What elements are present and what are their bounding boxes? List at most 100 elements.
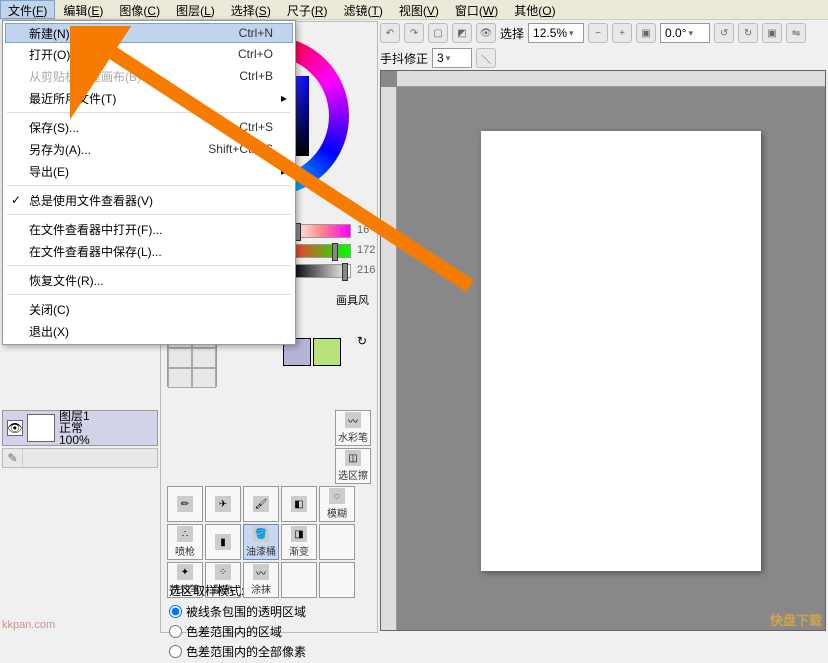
menubar: 文件(F) 编辑(E) 图像(C) 图层(L) 选择(S) 尺子(R) 滤镜(T…: [0, 0, 828, 20]
menu-item-shortcut: Ctrl+N: [239, 26, 273, 40]
canvas-document[interactable]: [481, 131, 761, 571]
menu-file[interactable]: 文件(F): [0, 0, 55, 19]
menu-item-export[interactable]: 导出(E) ▸: [5, 160, 293, 182]
menu-item-close[interactable]: 关闭(C): [5, 298, 293, 320]
panel-tab-label[interactable]: 画具风: [336, 292, 369, 308]
menu-item-save-as[interactable]: 另存为(A)... Shift+Ctrl+S: [5, 138, 293, 160]
ruler-vertical: [381, 87, 397, 630]
tool-brush[interactable]: 🖌: [243, 486, 279, 522]
zoom-in-button[interactable]: +: [612, 23, 632, 43]
slider-r[interactable]: [291, 224, 351, 238]
menu-item-open[interactable]: 打开(O)... Ctrl+O: [5, 43, 293, 65]
menu-image[interactable]: 图像(C): [111, 0, 168, 19]
stabilizer-toolbar: 手抖修正 3▾ ＼: [380, 46, 826, 70]
ruler-horizontal: [397, 71, 825, 87]
menu-select[interactable]: 选择(S): [223, 0, 279, 19]
menu-layer[interactable]: 图层(L): [168, 0, 223, 19]
layer-buttons: ✎: [2, 448, 158, 468]
tool-bucket[interactable]: 🪣油漆桶: [243, 524, 279, 560]
check-icon: ✓: [11, 193, 21, 207]
zoom-field[interactable]: 12.5%▾: [528, 23, 584, 43]
selection-mode-group: 选区取样模式: 被线条包围的透明区域 色差范围内的区域 色差范围内的全部像素: [169, 582, 373, 663]
layer-thumbnail: [27, 414, 55, 442]
show-selection-button[interactable]: 👁: [476, 23, 496, 43]
menu-item-save[interactable]: 保存(S)... Ctrl+S: [5, 116, 293, 138]
menu-ruler[interactable]: 尺子(R): [279, 0, 336, 19]
tool-rotate[interactable]: [192, 348, 216, 368]
invert-button[interactable]: ◩: [452, 23, 472, 43]
tool-hand[interactable]: [168, 368, 192, 388]
undo-button[interactable]: ↶: [380, 23, 400, 43]
menu-item-revert[interactable]: 恢复文件(R)...: [5, 269, 293, 291]
top-toolbar: ↶ ↷ ▢ ◩ 👁 选择 12.5%▾ − + ▣ 0.0°▾ ↺ ↻ ▣ ⇋: [380, 21, 826, 45]
slider-value: 16: [357, 224, 369, 236]
radio-all-pixels[interactable]: 色差范围内的全部像素: [169, 643, 373, 660]
chevron-right-icon: ▸: [281, 91, 287, 105]
separator: [7, 214, 291, 215]
chevron-right-icon: ▸: [281, 164, 287, 178]
file-menu-dropdown: 新建(N)... Ctrl+N 打开(O)... Ctrl+O 从剪贴板创建画布…: [2, 20, 296, 345]
menu-item-exit[interactable]: 退出(X): [5, 320, 293, 342]
zoom-fit-button[interactable]: ▣: [636, 23, 656, 43]
stabilizer-label: 手抖修正: [380, 50, 428, 67]
tool-eyedrop[interactable]: [192, 368, 216, 388]
stabilizer-option-button[interactable]: ＼: [476, 48, 496, 68]
slider-b[interactable]: [291, 264, 351, 278]
menu-item-always-viewer[interactable]: ✓ 总是使用文件查看器(V): [5, 189, 293, 211]
slider-value: 216: [357, 264, 375, 276]
separator: [7, 185, 291, 186]
menu-item-save-in-viewer[interactable]: 在文件查看器中保存(L)...: [5, 240, 293, 262]
menu-item-label: 新建(N)...: [29, 25, 239, 42]
deselect-button[interactable]: ▢: [428, 23, 448, 43]
rotate-ccw-button[interactable]: ↺: [714, 23, 734, 43]
tool-airbrush[interactable]: ✈: [205, 486, 241, 522]
refresh-icon[interactable]: ↻: [357, 334, 367, 348]
menu-window[interactable]: 窗口(W): [447, 0, 506, 19]
canvas-area[interactable]: [380, 70, 826, 631]
layer-row[interactable]: 👁 图层1 正常 100%: [2, 410, 158, 446]
rotate-cw-button[interactable]: ↻: [738, 23, 758, 43]
separator: [7, 265, 291, 266]
brush-tool-grid: 〰水彩笔 ◫选区擦 ✏ ✈ 🖌 ◧ ◌模糊 ∴喷枪 ▮ 🪣油漆桶 ◨渐变 ✦特效…: [167, 410, 371, 600]
radio-color-range[interactable]: 色差范围内的区域: [169, 623, 373, 640]
slider-g[interactable]: [291, 244, 351, 258]
selection-mode-title: 选区取样模式:: [169, 582, 373, 599]
chevron-down-icon: ▾: [689, 28, 694, 39]
tool-blur[interactable]: ◌模糊: [319, 486, 355, 522]
tool-watercolor[interactable]: 〰水彩笔: [335, 410, 371, 446]
menu-view[interactable]: 视图(V): [391, 0, 447, 19]
separator: [7, 294, 291, 295]
menu-item-open-in-viewer[interactable]: 在文件查看器中打开(F)...: [5, 218, 293, 240]
stabilizer-field[interactable]: 3▾: [432, 48, 472, 68]
tool-zoom[interactable]: [168, 348, 192, 368]
swatch[interactable]: [313, 338, 341, 366]
layer-info: 图层1 正常 100%: [59, 410, 90, 446]
zoom-out-button[interactable]: −: [588, 23, 608, 43]
slider-value: 172: [357, 244, 375, 256]
tool-marker[interactable]: ▮: [205, 524, 241, 560]
menu-item-new[interactable]: 新建(N)... Ctrl+N: [5, 23, 293, 43]
select-label: 选择: [500, 25, 524, 42]
menu-item-from-clipboard[interactable]: 从剪贴板创建画布(B) Ctrl+B: [5, 65, 293, 87]
tool-empty: [319, 524, 355, 560]
separator: [7, 112, 291, 113]
tool-select-erase[interactable]: ◫选区擦: [335, 448, 371, 484]
menu-filter[interactable]: 滤镜(T): [336, 0, 391, 19]
chevron-down-icon: ▾: [569, 28, 574, 39]
tool-eraser[interactable]: ◧: [281, 486, 317, 522]
menu-other[interactable]: 其他(O): [506, 0, 563, 19]
pen-icon[interactable]: ✎: [3, 449, 23, 467]
watermark-right: 快盘下载: [770, 610, 822, 629]
tool-pencil[interactable]: ✏: [167, 486, 203, 522]
tool-spray[interactable]: ∴喷枪: [167, 524, 203, 560]
watermark-left: kkpan.com: [2, 619, 55, 631]
eye-icon[interactable]: 👁: [7, 420, 23, 436]
reset-rotation-button[interactable]: ▣: [762, 23, 782, 43]
tool-gradient[interactable]: ◨渐变: [281, 524, 317, 560]
angle-field[interactable]: 0.0°▾: [660, 23, 710, 43]
redo-button[interactable]: ↷: [404, 23, 424, 43]
menu-edit[interactable]: 编辑(E): [55, 0, 111, 19]
flip-button[interactable]: ⇋: [786, 23, 806, 43]
radio-transparent-area[interactable]: 被线条包围的透明区域: [169, 603, 373, 620]
menu-item-recent[interactable]: 最近所用文件(T) ▸: [5, 87, 293, 109]
